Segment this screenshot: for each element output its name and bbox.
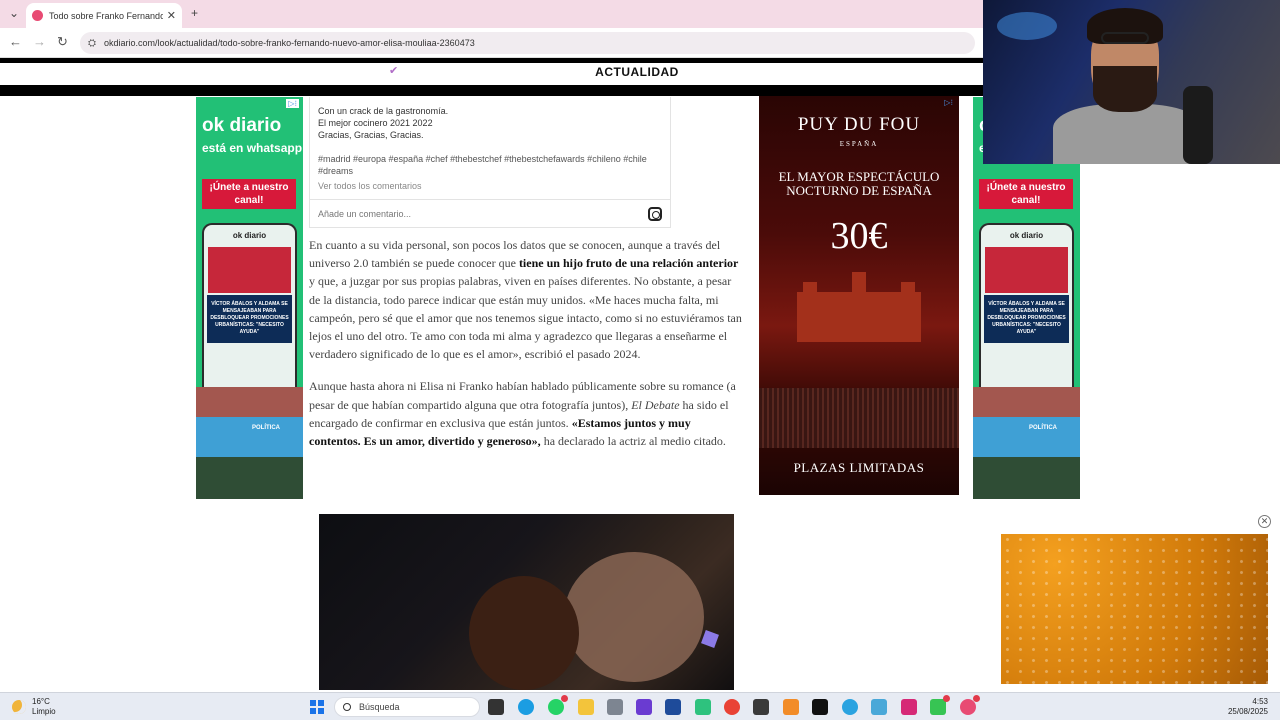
phone-headline: VÍCTOR ÁBALOS Y ALDAMA SE MENSAJEABAN PA…: [207, 295, 292, 343]
task-view-icon[interactable]: [488, 699, 504, 715]
app-icon[interactable]: [812, 699, 828, 715]
ad-headline: EL MAYOR ESPECTÁCULO NOCTURNO DE ESPAÑA: [778, 169, 940, 198]
instagram-taskbar-icon[interactable]: [901, 699, 917, 715]
ad-country: ESPAÑA: [839, 140, 879, 148]
browser-tab[interactable]: Todo sobre Franko Fernando, e ✕: [26, 3, 182, 28]
article-paragraph: En cuanto a su vida personal, son pocos …: [309, 238, 742, 362]
app-icon[interactable]: [930, 695, 950, 715]
okdiario-whatsapp-ad-left[interactable]: ▷⁝ ok diario está en whatsapp ¡Únete a n…: [196, 97, 303, 499]
file-explorer-icon[interactable]: [578, 699, 594, 715]
weather-widget[interactable]: 16°C Limpio: [12, 697, 56, 717]
app-icon[interactable]: [607, 699, 623, 715]
weather-temp: 16°C: [32, 697, 50, 706]
divider: [310, 199, 670, 200]
moon-icon: [12, 700, 26, 714]
tab-title: Todo sobre Franko Fernando, e: [49, 10, 163, 21]
back-arrow-icon[interactable]: ←: [9, 34, 22, 49]
castle-illustration: [797, 292, 921, 342]
new-tab-plus-icon[interactable]: +: [191, 6, 198, 20]
puy-du-fou-ad[interactable]: ▷⁝ PUY DU FOU ESPAÑA EL MAYOR ESPECTÁCUL…: [759, 96, 959, 495]
telegram-icon[interactable]: [842, 699, 858, 715]
ad-logo: ok diario: [202, 115, 282, 136]
search-icon: [343, 703, 351, 711]
clock-time: 4:53: [1252, 697, 1268, 706]
app-icon[interactable]: [695, 699, 711, 715]
app-icon[interactable]: [871, 699, 887, 715]
politica-label: POLÍTICA: [252, 425, 280, 431]
taskbar-search-placeholder: Búsqueda: [359, 702, 400, 712]
ad-cta-button[interactable]: ¡Únete a nuestro canal!: [979, 179, 1073, 209]
edge-icon[interactable]: [518, 699, 534, 715]
forward-arrow-icon[interactable]: →: [33, 34, 46, 49]
browser-tab-bar: ⌄ Todo sobre Franko Fernando, e ✕ +: [0, 0, 983, 28]
app-icon[interactable]: [636, 699, 652, 715]
instagram-icon[interactable]: [648, 207, 662, 221]
article-paragraph: Aunque hasta ahora ni Elisa ni Franko ha…: [309, 379, 736, 449]
store-icon[interactable]: [665, 699, 681, 715]
tab-close-icon[interactable]: ✕: [167, 9, 176, 22]
start-windows-icon[interactable]: [310, 700, 324, 714]
browser-nav-bar: ← → ↻ ⛭ okdiario.com/look/actualidad/tod…: [0, 28, 983, 58]
browser-icon[interactable]: [960, 695, 980, 715]
ad-footer: PLAZAS LIMITADAS: [793, 460, 925, 475]
taskbar-search[interactable]: Búsqueda: [334, 697, 480, 717]
close-ad-icon[interactable]: ✕: [1258, 515, 1271, 528]
whatsapp-icon[interactable]: [548, 695, 568, 715]
ad-photo-strip: POLÍTICA: [196, 387, 303, 499]
clock-date: 25/08/2025: [1227, 707, 1268, 716]
phone-logo: ok diario: [1009, 231, 1044, 240]
tab-list-chevron-icon[interactable]: ⌄: [9, 6, 19, 20]
ad-photo-strip: POLÍTICA: [973, 387, 1080, 499]
ad-price: 30€: [830, 215, 888, 257]
windows-taskbar: 16°C Limpio Búsqueda 4:53 25/08/2025: [0, 692, 1280, 720]
phone-photo: [208, 247, 291, 293]
instagram-hashtags[interactable]: #madrid #europa #españa #chef #thebestch…: [318, 153, 668, 177]
clock[interactable]: 4:53 25/08/2025: [1228, 697, 1268, 717]
article-body: En cuanto a su vida personal, son pocos …: [309, 236, 745, 464]
reload-icon[interactable]: ↻: [57, 34, 68, 50]
webcam-overlay: [983, 0, 1280, 164]
url-text: okdiario.com/look/actualidad/todo-sobre-…: [104, 38, 475, 48]
site-info-icon[interactable]: ⛭: [88, 38, 96, 49]
instagram-caption: Con un crack de la gastronomía. El mejor…: [318, 106, 449, 140]
microphone: [1183, 86, 1213, 164]
address-bar[interactable]: ⛭ okdiario.com/look/actualidad/todo-sobr…: [80, 32, 975, 54]
weather-condition: Limpio: [32, 707, 56, 716]
view-all-comments-link[interactable]: Ver todos los comentarios: [318, 181, 422, 191]
ad-subtitle: está en whatsapp: [202, 141, 303, 155]
watermark-icon: [701, 630, 719, 648]
add-comment-input[interactable]: Añade un comentario...: [318, 209, 411, 219]
ad-choices-icon[interactable]: ▷⁝: [942, 98, 955, 107]
crowd-illustration: [759, 388, 959, 448]
article-photo: [319, 514, 734, 690]
ad-choices-icon[interactable]: ▷⁝: [286, 99, 299, 108]
phone-logo: ok diario: [232, 231, 267, 240]
phone-photo: [985, 247, 1068, 293]
instagram-embed[interactable]: Con un crack de la gastronomía. El mejor…: [309, 97, 671, 228]
rtve-icon[interactable]: [783, 699, 799, 715]
ad-brand: PUY DU FOU: [797, 114, 921, 135]
chrome-icon[interactable]: [724, 699, 740, 715]
ad-cta-button[interactable]: ¡Únete a nuestro canal!: [202, 179, 296, 209]
app-icon[interactable]: [753, 699, 769, 715]
phone-headline: VÍCTOR ÁBALOS Y ALDAMA SE MENSAJEABAN PA…: [984, 295, 1069, 343]
okdiario-favicon-icon: [32, 10, 43, 21]
politica-label: POLÍTICA: [1029, 425, 1057, 431]
floating-video-ad[interactable]: [1001, 534, 1268, 684]
